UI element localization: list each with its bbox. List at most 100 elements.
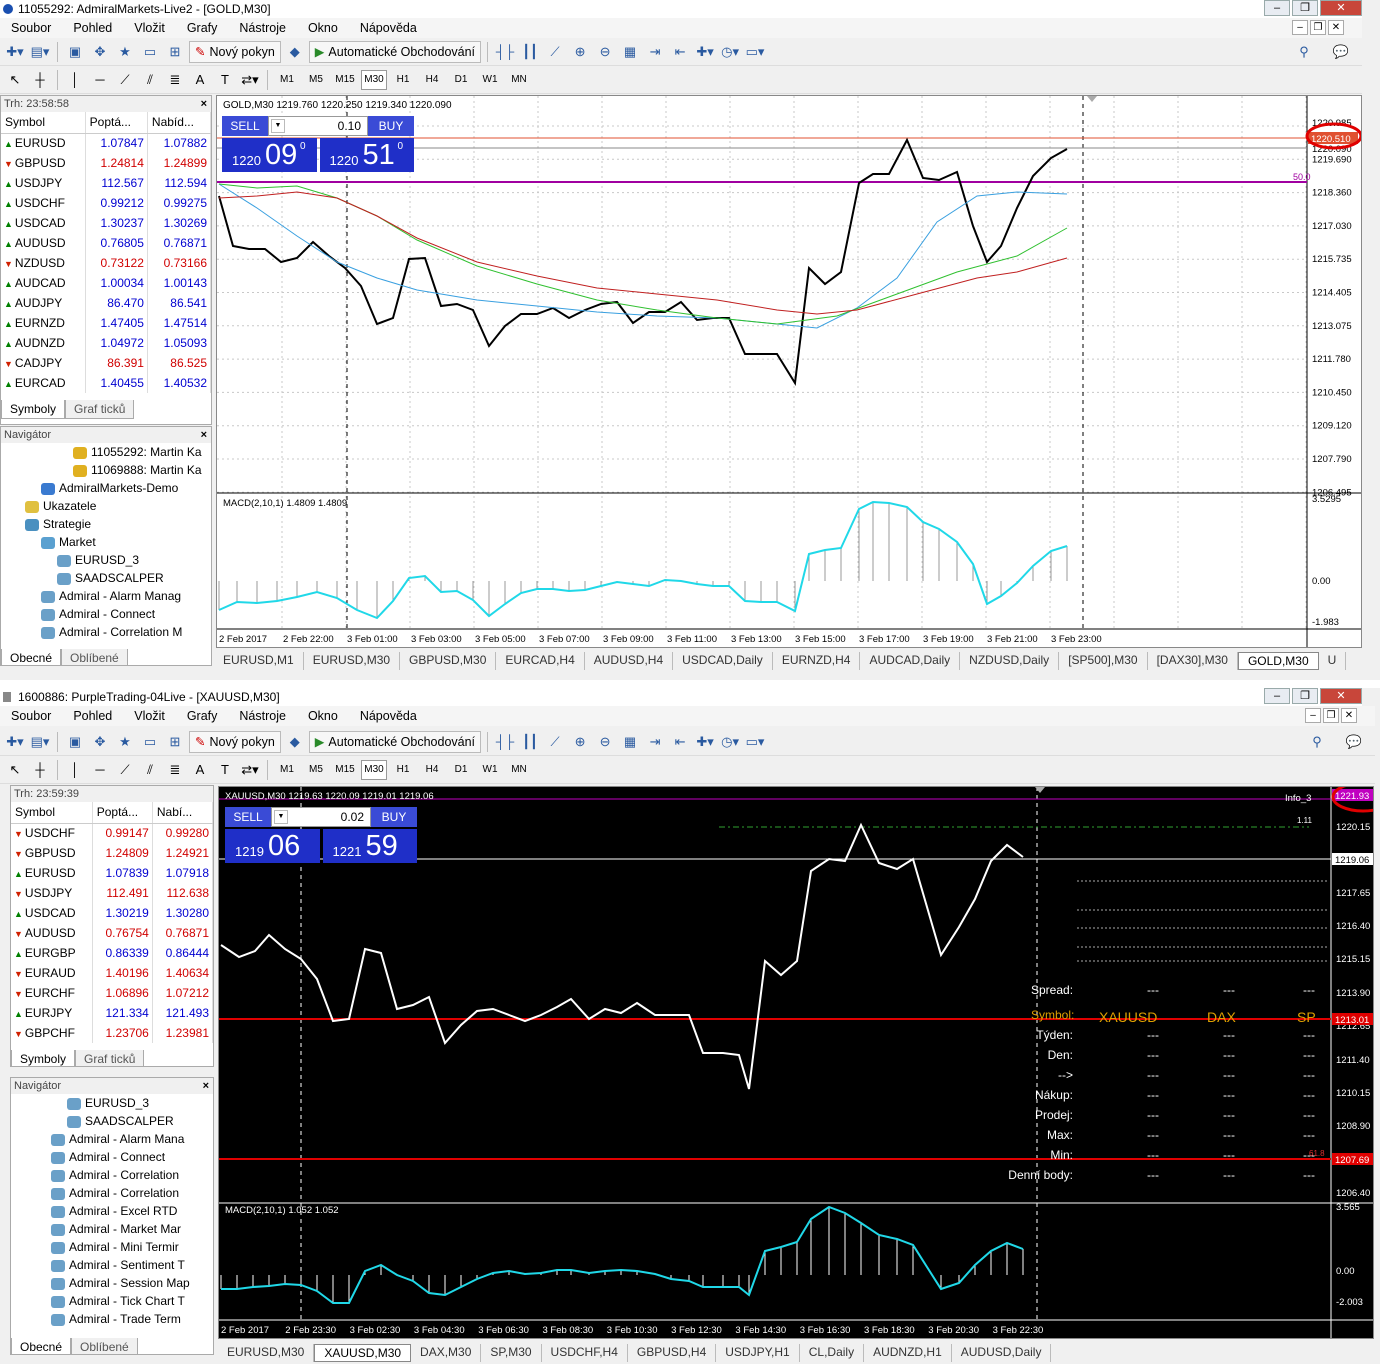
- close-button[interactable]: ✕: [1320, 0, 1362, 16]
- nav-item[interactable]: 11055292: Martin Ka: [1, 443, 211, 461]
- tab-0[interactable]: Symboly: [1, 400, 66, 419]
- vertical-line-icon[interactable]: │: [64, 69, 86, 91]
- buy-price[interactable]: 1221 59: [322, 829, 417, 863]
- column-header[interactable]: Poptá...: [92, 802, 153, 824]
- menu-soubor[interactable]: Soubor: [0, 21, 62, 35]
- table-row[interactable]: ▲ AUDUSD 0.76805 0.76871: [1, 233, 211, 253]
- fibonacci-icon[interactable]: ≣: [164, 759, 186, 781]
- timeframe-d1[interactable]: D1: [448, 70, 474, 90]
- sell-button[interactable]: SELL: [225, 807, 271, 827]
- menu-nástroje[interactable]: Nástroje: [228, 21, 297, 35]
- chart-tab[interactable]: EURNZD,H4: [773, 652, 861, 670]
- menu-pohled[interactable]: Pohled: [62, 709, 123, 723]
- table-row[interactable]: ▲ USDCAD 1.30237 1.30269: [1, 213, 211, 233]
- menu-grafy[interactable]: Grafy: [176, 21, 229, 35]
- sell-price[interactable]: 1220 09 0: [222, 138, 317, 172]
- horizontal-line-icon[interactable]: ─: [89, 69, 111, 91]
- periods-icon[interactable]: ◷▾: [719, 731, 741, 753]
- new-order-button[interactable]: ✎ Nový pokyn: [189, 730, 281, 753]
- horizontal-line-icon[interactable]: ─: [89, 759, 111, 781]
- market-watch-icon[interactable]: ▣: [64, 731, 86, 753]
- chart-shift-icon[interactable]: ⇤: [669, 731, 691, 753]
- nav-item[interactable]: Admiral - Correlation M: [1, 623, 211, 641]
- table-row[interactable]: ▼ NZDUSD 0.73122 0.73166: [1, 253, 211, 273]
- timeframe-m1[interactable]: M1: [274, 760, 300, 780]
- nav-item[interactable]: Admiral - Correlation: [11, 1184, 213, 1202]
- nav-item[interactable]: Admiral - Tick Chart T: [11, 1292, 213, 1310]
- chart-tab[interactable]: [SP500],M30: [1059, 652, 1148, 670]
- search-icon[interactable]: ⚲: [1293, 41, 1315, 63]
- timeframe-h1[interactable]: H1: [390, 760, 416, 780]
- zoom-in-icon[interactable]: ⊕: [569, 41, 591, 63]
- chart-tab[interactable]: DAX,M30: [411, 1344, 482, 1362]
- column-header[interactable]: Nabí...: [152, 802, 213, 824]
- buy-button[interactable]: BUY: [371, 807, 417, 827]
- column-header[interactable]: Symbol: [11, 802, 93, 824]
- strategy-tester-icon[interactable]: ⊞: [164, 41, 186, 63]
- close-icon[interactable]: ×: [201, 427, 207, 443]
- menu-nápověda[interactable]: Nápověda: [349, 709, 428, 723]
- tab-1[interactable]: Graf ticků: [75, 1050, 145, 1066]
- auto-scroll-icon[interactable]: ⇥: [644, 731, 666, 753]
- table-row[interactable]: ▼ GBPCHF 1.23706 1.23981: [11, 1023, 213, 1043]
- minimize-button[interactable]: –: [1264, 0, 1290, 16]
- tab-1[interactable]: Graf ticků: [65, 400, 135, 419]
- lot-spin-icon[interactable]: ▼: [274, 810, 288, 824]
- text-label-icon[interactable]: T: [214, 69, 236, 91]
- sell-button[interactable]: SELL: [222, 116, 268, 136]
- chart-tab[interactable]: EURCAD,H4: [496, 652, 585, 670]
- trendline-icon[interactable]: ⟋: [114, 759, 136, 781]
- timeframe-m15[interactable]: M15: [332, 760, 358, 780]
- nav-item[interactable]: Ukazatele: [1, 497, 211, 515]
- equidistant-channel-icon[interactable]: ⫽: [139, 759, 161, 781]
- nav-item[interactable]: AdmiralMarkets-Demo: [1, 479, 211, 497]
- data-window-icon[interactable]: ✥: [89, 41, 111, 63]
- mdi-restore-button[interactable]: ❐: [1323, 708, 1339, 723]
- table-row[interactable]: ▼ AUDUSD 0.76754 0.76871: [11, 923, 213, 943]
- search-icon[interactable]: ⚲: [1306, 731, 1328, 753]
- table-row[interactable]: ▲ USDJPY 112.567 112.594: [1, 173, 211, 193]
- timeframe-d1[interactable]: D1: [448, 760, 474, 780]
- table-row[interactable]: ▲ AUDJPY 86.470 86.541: [1, 293, 211, 313]
- close-icon[interactable]: ×: [201, 96, 207, 112]
- timeframe-m1[interactable]: M1: [274, 70, 300, 90]
- bar-chart-icon[interactable]: ┤├: [494, 41, 516, 63]
- chart-tab[interactable]: USDCHF,H4: [542, 1344, 628, 1362]
- xauusd-chart[interactable]: 61.8 1.11 1220.15 1217.65 1216.40 1215.15 1213…: [218, 786, 1374, 1339]
- auto-trading-button[interactable]: ▶ Automatické Obchodování: [308, 40, 482, 63]
- sell-price[interactable]: 1219 06: [225, 829, 320, 863]
- timeframe-mn[interactable]: MN: [506, 760, 532, 780]
- table-row[interactable]: ▼ EURCHF 1.06896 1.07212: [11, 983, 213, 1003]
- bar-chart-icon[interactable]: ┤├: [494, 731, 516, 753]
- chart-tab[interactable]: GBPUSD,M30: [400, 652, 497, 670]
- new-chart-icon[interactable]: ✚▾: [4, 731, 26, 753]
- lot-size-input[interactable]: ▼ 0.10: [268, 116, 368, 136]
- chart-tab[interactable]: AUDCAD,Daily: [860, 652, 961, 670]
- timeframe-m30[interactable]: M30: [361, 69, 387, 90]
- menu-okno[interactable]: Okno: [297, 21, 349, 35]
- crosshair-icon[interactable]: ┼: [29, 69, 51, 91]
- profiles-icon[interactable]: ▤▾: [29, 731, 51, 753]
- maximize-button[interactable]: ❐: [1292, 0, 1318, 16]
- indicators-icon[interactable]: ✚▾: [694, 731, 716, 753]
- table-row[interactable]: ▼ GBPUSD 1.24814 1.24899: [1, 153, 211, 173]
- nav-item[interactable]: Admiral - Market Mar: [11, 1220, 213, 1238]
- cursor-icon[interactable]: ↖: [4, 69, 26, 91]
- text-icon[interactable]: A: [189, 69, 211, 91]
- chart-tab[interactable]: EURUSD,M1: [214, 652, 304, 670]
- nav-item[interactable]: Admiral - Alarm Mana: [11, 1130, 213, 1148]
- chart-tab[interactable]: EURUSD,M30: [218, 1344, 315, 1362]
- timeframe-m5[interactable]: M5: [303, 70, 329, 90]
- nav-item[interactable]: Admiral - Connect: [1, 605, 211, 623]
- nav-item[interactable]: Market: [1, 533, 211, 551]
- lot-spin-icon[interactable]: ▼: [271, 119, 285, 133]
- data-window-icon[interactable]: ✥: [89, 731, 111, 753]
- fibonacci-icon[interactable]: ≣: [164, 69, 186, 91]
- nav-item[interactable]: Admiral - Alarm Manag: [1, 587, 211, 605]
- menu-vložit[interactable]: Vložit: [123, 709, 176, 723]
- column-header[interactable]: Symbol: [1, 112, 86, 134]
- mdi-restore-button[interactable]: ❐: [1310, 20, 1326, 35]
- chart-tab[interactable]: U: [1319, 652, 1347, 670]
- column-header[interactable]: Poptá...: [85, 112, 148, 134]
- table-row[interactable]: ▼ USDJPY 112.491 112.638: [11, 883, 213, 903]
